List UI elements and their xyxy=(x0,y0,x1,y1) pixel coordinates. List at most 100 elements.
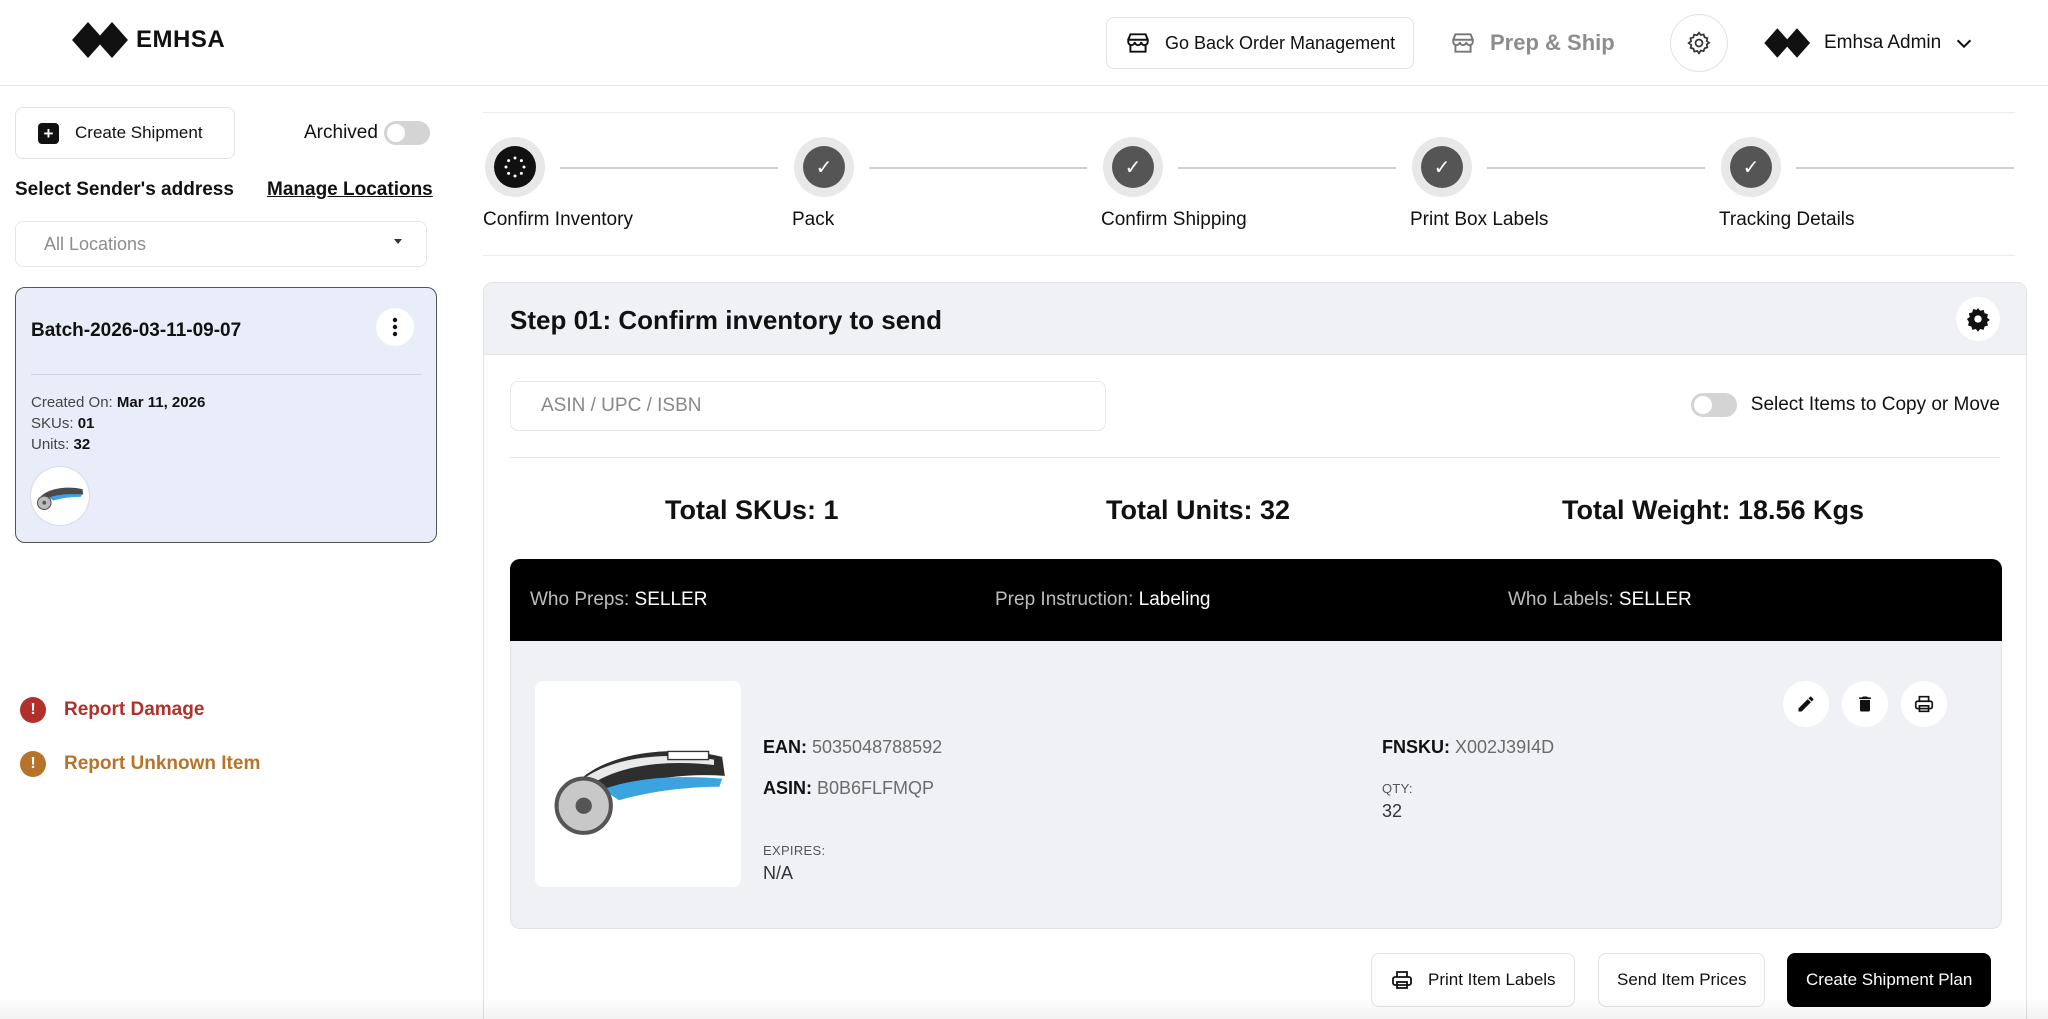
fnsku-label: FNSKU: xyxy=(1382,737,1450,757)
go-back-label: Go Back Order Management xyxy=(1165,32,1396,53)
total-weight: Total Weight: 18.56 Kgs xyxy=(1562,495,1865,525)
manage-locations-link[interactable]: Manage Locations xyxy=(267,179,433,201)
gear-icon xyxy=(1687,31,1711,55)
step-label: Confirm Inventory xyxy=(483,209,633,230)
create-shipment-plan-label: Create Shipment Plan xyxy=(1806,970,1973,989)
confirm-inventory-panel: Step 01: Confirm inventory to send ASIN … xyxy=(483,282,2027,1019)
report-unknown-label: Report Unknown Item xyxy=(64,753,261,774)
caret-down-icon xyxy=(394,239,402,244)
step-connector xyxy=(1178,167,1396,169)
who-labels: Who Labels: SELLER xyxy=(1508,589,1692,611)
edit-item-button[interactable] xyxy=(1783,681,1829,727)
check-icon: ✓ xyxy=(815,156,833,179)
chevron-down-icon xyxy=(1957,39,1972,49)
progress-stepper: Confirm Inventory ✓ Pack ✓ Confirm Shipp… xyxy=(483,112,2015,256)
alert-icon: ! xyxy=(20,697,46,723)
location-select-value: All Locations xyxy=(44,233,147,254)
printer-icon xyxy=(1914,695,1934,713)
top-bar: EMHSA Go Back Order Management Prep & Sh… xyxy=(0,0,2048,86)
check-icon: ✓ xyxy=(1433,156,1451,179)
step-connector xyxy=(869,167,1087,169)
create-shipment-label: Create Shipment xyxy=(75,123,203,142)
units-label: Units: xyxy=(31,436,70,453)
prep-instruction-label: Prep Instruction: xyxy=(995,589,1134,610)
step-print-box-labels[interactable]: ✓ xyxy=(1412,137,1472,197)
go-back-order-management-button[interactable]: Go Back Order Management xyxy=(1106,17,1415,69)
panel-divider xyxy=(510,457,2000,458)
prep-ship-nav[interactable]: Prep & Ship xyxy=(1450,17,1615,69)
plus-icon: + xyxy=(38,122,59,144)
asin-label: ASIN: xyxy=(763,778,812,798)
step-confirm-shipping[interactable]: ✓ xyxy=(1103,137,1163,197)
logo-mark-icon xyxy=(72,22,128,58)
prep-instruction: Prep Instruction: Labeling xyxy=(995,589,1210,611)
panel-header: Step 01: Confirm inventory to send xyxy=(484,283,2026,355)
who-preps-label: Who Preps: xyxy=(530,589,630,610)
panel-title: Step 01: Confirm inventory to send xyxy=(510,305,942,335)
batch-divider xyxy=(31,374,421,375)
store-icon xyxy=(1127,33,1149,53)
copy-move-toggle-group: Select Items to Copy or Move xyxy=(1690,393,2000,417)
logo[interactable]: EMHSA xyxy=(72,18,225,62)
qty-label: QTY: xyxy=(1382,781,1413,796)
item-card: EAN: 5035048788592 ASIN: B0B6FLFMQP EXPI… xyxy=(510,641,2002,929)
skus-label: SKUs: xyxy=(31,415,74,432)
archived-toggle[interactable] xyxy=(383,121,430,145)
batch-title: Batch-2026-03-11-09-07 xyxy=(31,320,242,341)
created-label: Created On: xyxy=(31,394,113,411)
asin-search-input[interactable]: ASIN / UPC / ISBN xyxy=(510,381,1106,431)
alert-icon: ! xyxy=(20,751,46,777)
store-icon xyxy=(1452,33,1474,53)
batch-meta: Created On: Mar 11, 2026 SKUs: 01 Units:… xyxy=(31,392,205,455)
bottom-fade xyxy=(0,997,2048,1019)
print-item-button[interactable] xyxy=(1901,681,1947,727)
who-preps: Who Preps: SELLER xyxy=(530,589,707,611)
step-label: Print Box Labels xyxy=(1410,209,1549,230)
create-shipment-button[interactable]: + Create Shipment xyxy=(15,107,235,159)
units-value: 32 xyxy=(73,436,91,453)
skus-value: 01 xyxy=(77,415,95,432)
step-connector xyxy=(560,167,778,169)
search-placeholder: ASIN / UPC / ISBN xyxy=(541,395,702,416)
cutter-tool-icon xyxy=(554,750,725,835)
trash-icon xyxy=(1859,696,1871,712)
location-select[interactable]: All Locations xyxy=(15,221,427,267)
qty-value: 32 xyxy=(1382,801,1403,821)
fnsku-field: FNSKU: X002J39I4D xyxy=(1382,737,1554,758)
prep-instruction-value: Labeling xyxy=(1138,589,1211,610)
who-labels-label: Who Labels: xyxy=(1508,589,1614,610)
user-logo-icon xyxy=(1764,28,1811,58)
print-item-labels-label: Print Item Labels xyxy=(1428,970,1556,989)
send-item-prices-label: Send Item Prices xyxy=(1617,970,1747,989)
copy-move-label: Select Items to Copy or Move xyxy=(1750,394,2000,415)
report-unknown-item-link[interactable]: ! Report Unknown Item xyxy=(20,751,260,777)
batch-menu-button[interactable] xyxy=(376,308,414,346)
report-damage-link[interactable]: ! Report Damage xyxy=(20,697,204,723)
archived-label: Archived xyxy=(304,122,378,143)
settings-button[interactable] xyxy=(1670,14,1728,72)
ean-value: 5035048788592 xyxy=(812,737,943,757)
total-skus: Total SKUs: 1 xyxy=(665,495,839,525)
report-damage-label: Report Damage xyxy=(64,699,205,720)
printer-icon xyxy=(1392,971,1412,989)
user-menu[interactable]: Emhsa Admin xyxy=(1764,20,1975,66)
fnsku-value: X002J39I4D xyxy=(1455,737,1555,757)
panel-settings-button[interactable] xyxy=(1956,297,2000,341)
step-pack[interactable]: ✓ xyxy=(794,137,854,197)
check-icon: ✓ xyxy=(1742,156,1760,179)
step-confirm-inventory[interactable] xyxy=(485,137,545,197)
delete-item-button[interactable] xyxy=(1842,681,1888,727)
user-name: Emhsa Admin xyxy=(1824,32,1942,53)
step-connector xyxy=(1487,167,1705,169)
batch-card[interactable]: Batch-2026-03-11-09-07 Created On: Mar 1… xyxy=(15,287,437,543)
sidebar: + Create Shipment Archived Select Sender… xyxy=(0,87,456,1019)
cutter-tool-icon xyxy=(36,487,84,511)
asin-field: ASIN: B0B6FLFMQP xyxy=(763,778,934,799)
sender-address-label: Select Sender's address xyxy=(15,179,234,200)
step-tracking-details[interactable]: ✓ xyxy=(1721,137,1781,197)
pencil-icon xyxy=(1798,696,1814,712)
copy-move-toggle[interactable] xyxy=(1690,393,1737,417)
more-vertical-icon xyxy=(392,317,398,337)
step-label: Pack xyxy=(792,209,835,230)
prep-info-bar: Who Preps: SELLER Prep Instruction: Labe… xyxy=(510,559,2002,641)
